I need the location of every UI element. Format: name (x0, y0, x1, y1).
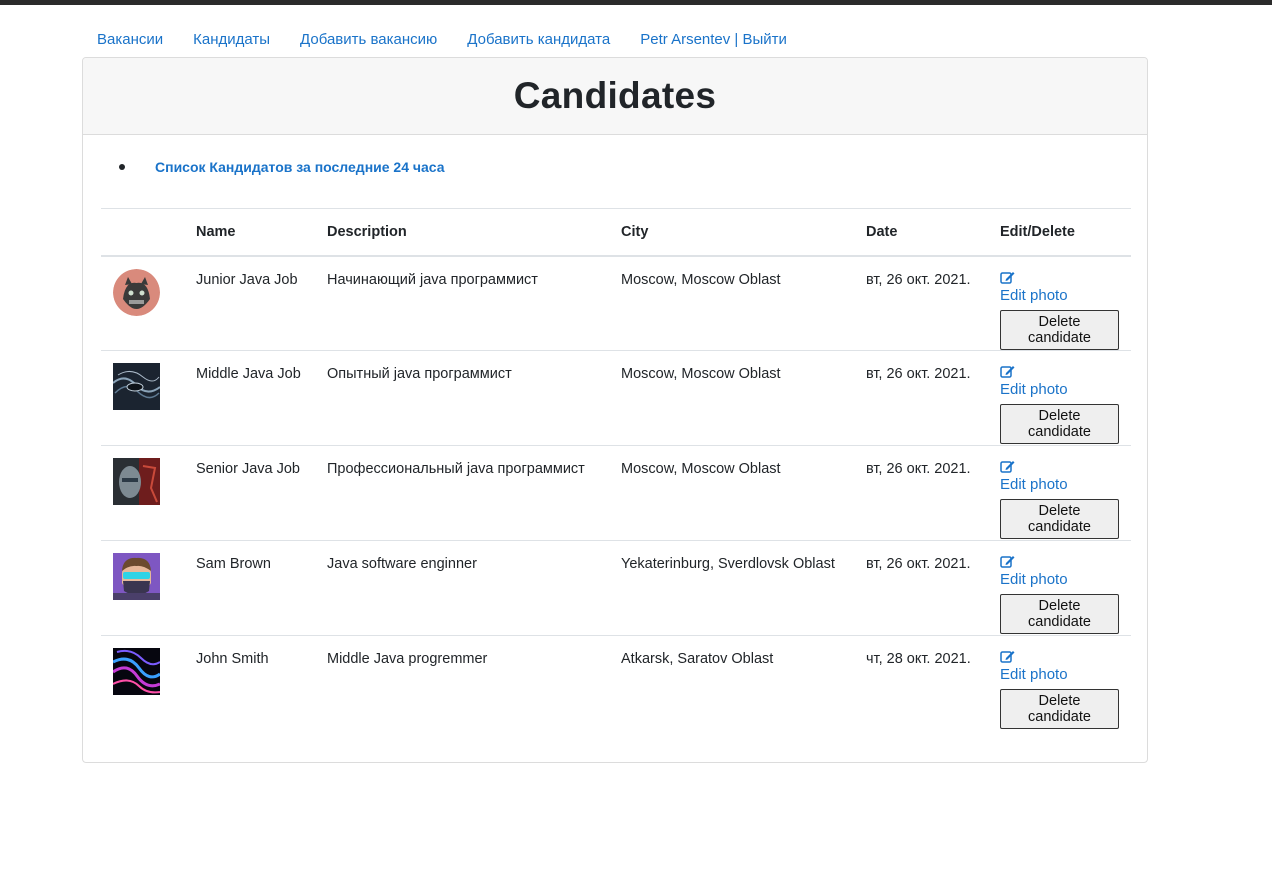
delete-candidate-button[interactable]: Delete candidate (1000, 309, 1119, 350)
candidate-description: Java software enginner (327, 556, 477, 572)
photo-cell (101, 446, 184, 541)
edit-square-icon[interactable] (1000, 555, 1015, 568)
description-column-header: Description (327, 223, 407, 240)
candidate-city: Atkarsk, Saratov Oblast (621, 651, 774, 667)
edit-photo-link[interactable]: Edit photo (1000, 665, 1119, 685)
candidate-description: Опытный java программист (327, 366, 512, 382)
candidate-city: Moscow, Moscow Oblast (621, 271, 781, 288)
candidate-city: Moscow, Moscow Oblast (621, 461, 781, 477)
name-column-header: Name (196, 223, 236, 240)
table-row: Senior Java Job Профессиональный java пр… (101, 446, 1131, 541)
candidate-name: Senior Java Job (196, 461, 300, 477)
candidate-name: Junior Java Job (196, 271, 298, 288)
candidate-date: вт, 26 окт. 2021. (866, 366, 971, 382)
candidate-date: вт, 26 окт. 2021. (866, 461, 971, 477)
delete-candidate-button[interactable]: Delete candidate (1000, 689, 1119, 729)
recent-candidates-link[interactable]: Список Кандидатов за последние 24 часа (155, 159, 445, 175)
nav-vacancies-link[interactable]: Вакансии (82, 30, 178, 50)
actions-cell: Edit photo Delete candidate (988, 351, 1131, 446)
candidate-photo (113, 268, 160, 316)
candidate-city: Moscow, Moscow Oblast (621, 366, 781, 382)
edit-photo-link[interactable]: Edit photo (1000, 570, 1119, 590)
candidate-name: Middle Java Job (196, 366, 301, 382)
edit-photo-link[interactable]: Edit photo (1000, 286, 1119, 306)
table-row: John Smith Middle Java progremmer Atkars… (101, 636, 1131, 731)
candidate-photo (113, 363, 160, 410)
city-column-header: City (621, 223, 649, 240)
date-column-header: Date (866, 223, 898, 240)
actions-cell: Edit photo Delete candidate (988, 541, 1131, 636)
recent-candidates-item: Список Кандидатов за последние 24 часа (119, 159, 445, 175)
table-row: Sam Brown Java software enginner Yekater… (101, 541, 1131, 636)
edit-square-icon[interactable] (1000, 271, 1015, 284)
top-nav: Вакансии Кандидаты Добавить вакансию Доб… (82, 30, 802, 50)
edit-photo-link[interactable]: Edit photo (1000, 475, 1119, 495)
photo-cell (101, 256, 184, 351)
photo-column-header (101, 209, 184, 256)
table-header-row: Name Description City Date Edit/Delete (101, 208, 1131, 256)
delete-candidate-button[interactable]: Delete candidate (1000, 594, 1119, 634)
photo-cell (101, 351, 184, 446)
page-title: Candidates (513, 75, 717, 116)
candidate-name: John Smith (196, 651, 269, 667)
delete-candidate-button[interactable]: Delete candidate (1000, 499, 1119, 539)
photo-cell (101, 541, 184, 636)
candidate-photo (113, 648, 160, 695)
table-row: Middle Java Job Опытный java программист… (101, 351, 1131, 446)
candidate-description: Начинающий java программист (327, 271, 538, 288)
edit-square-icon[interactable] (1000, 460, 1015, 473)
nav-add-vacancy-link[interactable]: Добавить вакансию (285, 30, 452, 50)
card-header: Candidates (83, 58, 1147, 135)
candidate-city: Yekaterinburg, Sverdlovsk Oblast (621, 556, 835, 572)
edit-delete-column-header: Edit/Delete (1000, 223, 1075, 240)
candidate-name: Sam Brown (196, 556, 271, 572)
candidate-photo (113, 458, 160, 505)
candidates-card: Candidates Список Кандидатов за последни… (82, 57, 1148, 763)
candidate-date: чт, 28 окт. 2021. (866, 651, 971, 667)
candidate-date: вт, 26 окт. 2021. (866, 556, 971, 572)
actions-cell: Edit photo Delete candidate (988, 636, 1131, 731)
edit-photo-link[interactable]: Edit photo (1000, 380, 1119, 400)
candidate-description: Middle Java progremmer (327, 651, 488, 667)
candidates-table: Name Description City Date Edit/Delete J… (101, 208, 1131, 731)
edit-square-icon[interactable] (1000, 650, 1015, 663)
actions-cell: Edit photo Delete candidate (988, 446, 1131, 541)
nav-logout-link[interactable]: Petr Arsentev | Выйти (625, 30, 802, 50)
table-row: Junior Java Job Начинающий java программ… (101, 256, 1131, 351)
list-bullet (119, 164, 125, 170)
actions-cell: Edit photo Delete candidate (988, 256, 1131, 351)
top-dark-bar (0, 0, 1272, 5)
delete-candidate-button[interactable]: Delete candidate (1000, 404, 1119, 444)
edit-square-icon[interactable] (1000, 365, 1015, 378)
candidate-photo (113, 553, 160, 600)
candidate-description: Профессиональный java программист (327, 461, 585, 477)
photo-cell (101, 636, 184, 731)
nav-candidates-link[interactable]: Кандидаты (178, 30, 285, 50)
nav-add-candidate-link[interactable]: Добавить кандидата (452, 30, 625, 50)
candidate-date: вт, 26 окт. 2021. (866, 271, 971, 288)
